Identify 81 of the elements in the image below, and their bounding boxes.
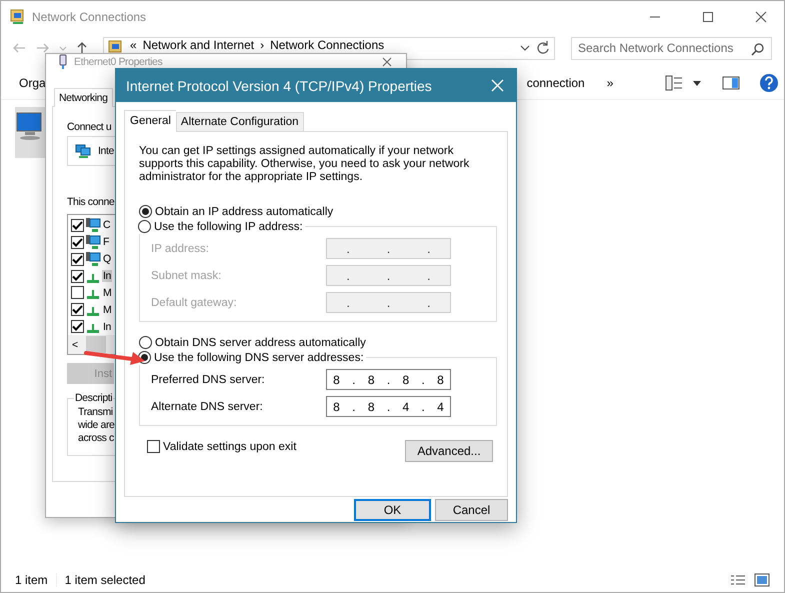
- toolbar-item[interactable]: connection: [526, 76, 585, 90]
- component-item[interactable]: F: [102, 236, 110, 248]
- checkbox[interactable]: [147, 440, 160, 453]
- network-service-icon: [85, 234, 101, 250]
- large-icons-view-icon[interactable]: [754, 573, 770, 587]
- annotation-arrow: [84, 348, 146, 366]
- adapter-name: Inte: [98, 145, 114, 157]
- network-service-icon: [85, 217, 101, 234]
- cancel-button[interactable]: Cancel: [435, 499, 508, 521]
- checkbox-label: Validate settings upon exit: [163, 440, 296, 452]
- ip-address-field[interactable]: 8 . 8 . 8 . 8: [326, 369, 451, 390]
- toolbar-item[interactable]: Orga: [19, 76, 46, 90]
- component-item[interactable]: M: [102, 286, 112, 299]
- tab[interactable]: Networking: [54, 88, 113, 107]
- component-item[interactable]: In: [102, 270, 112, 282]
- scroll-left-button[interactable]: <: [72, 338, 78, 351]
- description-text: Transmi wide are across c: [78, 406, 114, 445]
- network-icon: [75, 143, 91, 159]
- ethernet-plug-icon: [58, 54, 68, 70]
- breadcrumb-item[interactable]: Network Connections: [270, 38, 384, 52]
- option-label: Obtain DNS server address automatically: [155, 336, 366, 348]
- network-protocol-icon: [87, 307, 99, 316]
- scrollbar-thumb[interactable]: [86, 336, 106, 354]
- field-label: Connect u: [67, 121, 112, 133]
- network-folder-icon: [108, 40, 124, 56]
- dialog-title: Internet Protocol Version 4 (TCP/IPv4) Properties: [126, 78, 433, 94]
- ip-address-field[interactable]: 8 . 8 . 4 . 4: [326, 396, 451, 417]
- checkbox[interactable]: [71, 236, 84, 249]
- network-protocol-icon: [87, 324, 99, 334]
- status-text: 1 item: [15, 573, 48, 587]
- details-view-icon[interactable]: [730, 573, 746, 587]
- component-item[interactable]: C: [102, 219, 112, 232]
- breadcrumb-item[interactable]: «: [130, 38, 137, 52]
- checkbox[interactable]: [71, 218, 84, 232]
- network-service-icon: [85, 251, 101, 268]
- refresh-icon[interactable]: [536, 40, 550, 56]
- tab[interactable]: General: [124, 110, 176, 132]
- ok-button[interactable]: OK: [354, 499, 431, 521]
- component-item[interactable]: Q: [102, 253, 112, 266]
- close-icon[interactable]: [754, 11, 766, 23]
- maximize-icon[interactable]: [702, 11, 714, 23]
- help-icon[interactable]: [759, 73, 780, 93]
- checkbox[interactable]: [71, 270, 84, 283]
- view-options-icon[interactable]: [665, 75, 684, 91]
- radio-button[interactable]: [138, 220, 151, 233]
- intro-text: You can get IP settings assigned automatically if your network supports this capability. Otherwise, you need to ask your network administrator for the appropriate IP settings.: [139, 145, 470, 184]
- field-label: Preferred DNS server:: [151, 374, 266, 386]
- window-title: Network Connections: [32, 10, 148, 24]
- breadcrumb-item[interactable]: ›: [260, 38, 264, 52]
- field-label: IP address:: [151, 242, 210, 254]
- close-icon[interactable]: [382, 56, 392, 66]
- advanced-button[interactable]: Advanced...: [405, 440, 493, 462]
- option-label: Use the following IP address:: [154, 220, 303, 232]
- breadcrumb-item[interactable]: Network and Internet: [142, 38, 254, 52]
- search-field[interactable]: Search Network Connections: [571, 36, 772, 60]
- search-icon[interactable]: [751, 42, 765, 56]
- dropdown-caret-icon[interactable]: [692, 78, 702, 88]
- up-arrow-icon[interactable]: [75, 40, 89, 56]
- option-label: Use the following DNS server addresses:: [154, 352, 364, 364]
- connection-tile[interactable]: [15, 107, 48, 158]
- component-item[interactable]: M: [102, 304, 112, 316]
- component-item[interactable]: In: [102, 320, 112, 333]
- field-label: This conne: [67, 196, 114, 208]
- radio-button[interactable]: [139, 336, 152, 349]
- radio-button[interactable]: [139, 205, 152, 218]
- checkbox[interactable]: [71, 286, 84, 300]
- field-label: Default gateway:: [151, 296, 238, 308]
- preview-pane-icon[interactable]: [722, 76, 740, 90]
- field-label: Subnet mask:: [151, 270, 222, 282]
- checkbox[interactable]: [71, 320, 84, 334]
- status-text: 1 item selected: [64, 573, 146, 587]
- checkbox[interactable]: [71, 303, 84, 316]
- network-protocol-icon: [87, 274, 99, 283]
- tab[interactable]: Alternate Configuration: [176, 112, 304, 131]
- checkbox[interactable]: [71, 252, 84, 266]
- option-label: Obtain an IP address automatically: [155, 206, 334, 218]
- network-folder-icon: [10, 9, 26, 25]
- more-button[interactable]: »: [606, 76, 614, 90]
- network-protocol-icon: [87, 290, 99, 300]
- field-label: Alternate DNS server:: [151, 400, 264, 412]
- group-label: Descripti: [74, 392, 114, 404]
